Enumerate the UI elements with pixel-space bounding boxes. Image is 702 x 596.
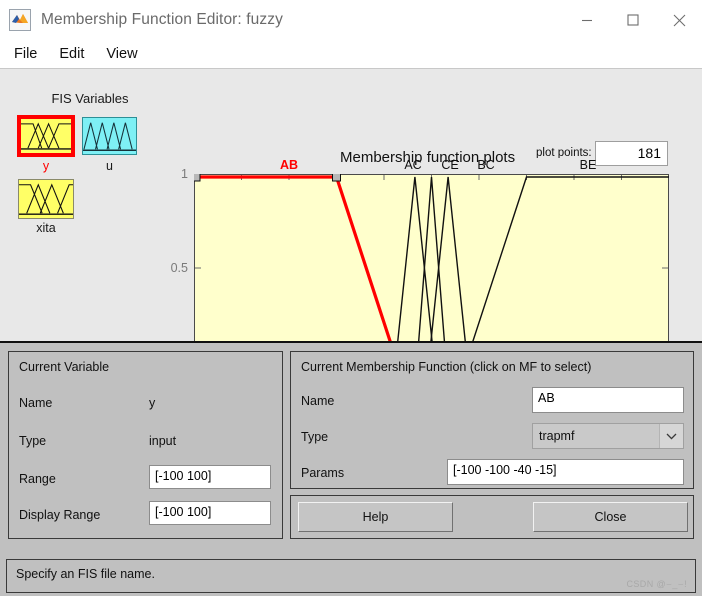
variable-name-label: Name <box>19 396 53 410</box>
mf-drag-handles[interactable] <box>194 174 401 362</box>
current-mf-panel: Current Membership Function (click on MF… <box>290 351 694 489</box>
ytick-0.5: 0.5 <box>170 261 188 275</box>
mf-params-label: Params <box>301 466 345 480</box>
mf-label-AC: AC <box>404 158 422 172</box>
mf-preview-xita <box>19 180 73 218</box>
mf-name-input[interactable]: AB <box>532 387 684 413</box>
fis-variable-label-xita: xita <box>36 221 56 235</box>
watermark-label: CSDN @⌣_⌣! <box>626 579 687 589</box>
window-title: Membership Function Editor: fuzzy <box>41 11 283 28</box>
variable-range-input[interactable]: [-100 100] <box>149 465 271 489</box>
variable-type-value: input <box>149 434 177 448</box>
status-bar: Specify an FIS file name. CSDN @⌣_⌣! <box>6 559 696 593</box>
window-controls <box>564 0 702 40</box>
mf-name-label: Name <box>301 394 335 408</box>
mf-type-select[interactable]: trapmf <box>532 423 684 449</box>
help-button[interactable]: Help <box>298 502 453 532</box>
fis-variable-thumb-u[interactable] <box>82 117 137 155</box>
plot-points-label: plot points: <box>536 147 592 158</box>
mf-label-BE: BE <box>579 158 597 172</box>
fis-variable-label-u: u <box>106 159 113 173</box>
title-bar: Membership Function Editor: fuzzy <box>0 0 702 40</box>
lower-pane: Current Variable Name y Type input Range… <box>0 341 702 596</box>
app-body: FIS Variables y u xita Membership functi… <box>0 68 702 596</box>
upper-pane: FIS Variables y u xita Membership functi… <box>0 69 702 407</box>
variable-display-range-label: Display Range <box>19 508 101 522</box>
menu-item-edit[interactable]: Edit <box>55 44 96 64</box>
variable-name-value: y <box>149 396 156 410</box>
fis-variable-label-y: y <box>42 159 50 173</box>
mf-label-BC: BC <box>477 158 495 172</box>
close-icon[interactable] <box>656 0 702 40</box>
matlab-icon <box>9 9 31 31</box>
current-mf-title: Current Membership Function (click on MF… <box>301 360 592 374</box>
current-variable-panel: Current Variable Name y Type input Range… <box>8 351 283 539</box>
menu-item-file[interactable]: File <box>10 44 49 64</box>
dialog-buttons-panel: Help Close <box>290 495 694 539</box>
current-variable-title: Current Variable <box>19 360 110 374</box>
status-message: Specify an FIS file name. <box>16 567 155 581</box>
variable-display-range-input[interactable]: [-100 100] <box>149 501 271 525</box>
fis-variable-thumb-xita[interactable] <box>18 179 74 219</box>
minimize-icon[interactable] <box>564 0 610 40</box>
variable-type-label: Type <box>19 434 47 448</box>
mf-label-CE: CE <box>441 158 459 172</box>
menu-bar: File Edit View <box>0 40 702 68</box>
mf-preview-u <box>83 118 136 154</box>
mf-label-AB: AB <box>279 158 299 172</box>
mf-curves <box>194 174 669 362</box>
fis-variables-title: FIS Variables <box>51 91 129 106</box>
chevron-down-icon[interactable] <box>659 424 683 448</box>
mf-params-input[interactable]: [-100 -100 -40 -15] <box>447 459 684 485</box>
mf-type-label: Type <box>301 430 329 444</box>
mf-plot-axes[interactable]: 0 0.5 1 -100 -80 -60 -40 -20 0 20 40 60 … <box>171 158 679 384</box>
variable-range-label: Range <box>19 472 56 486</box>
plot-points-input[interactable]: 181 <box>595 141 668 166</box>
maximize-icon[interactable] <box>610 0 656 40</box>
mf-curve-BC <box>194 176 669 360</box>
fis-variable-thumb-y[interactable] <box>17 115 75 157</box>
menu-item-view[interactable]: View <box>102 44 149 64</box>
ytick-1: 1 <box>181 167 188 181</box>
close-button[interactable]: Close <box>533 502 688 532</box>
mf-type-selected-value: trapmf <box>539 429 575 443</box>
mf-preview-y <box>21 119 71 153</box>
